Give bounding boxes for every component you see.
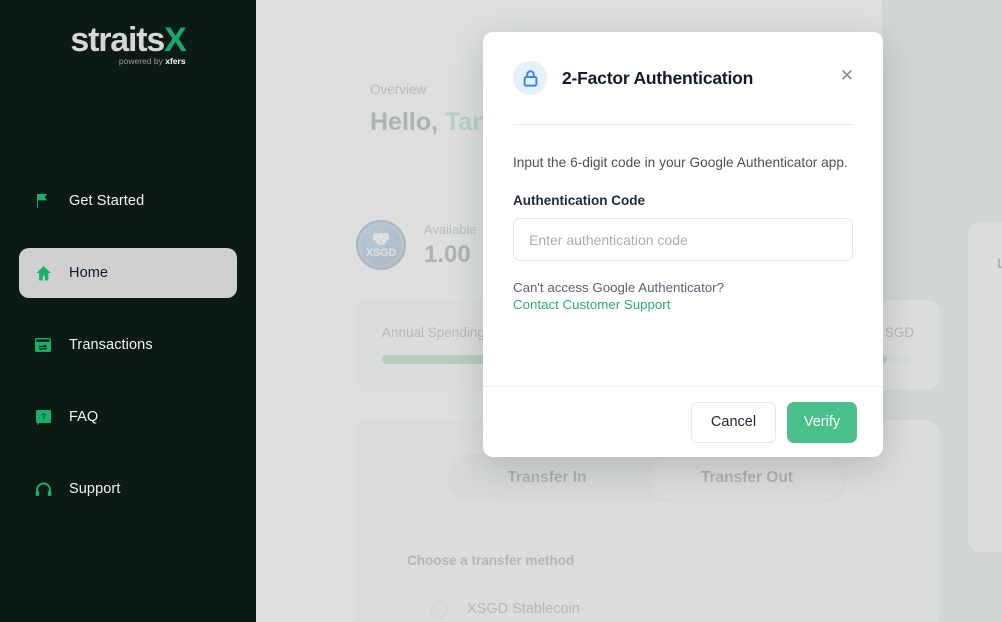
modal-header: 2-Factor Authentication ✕ xyxy=(483,32,883,124)
verify-button[interactable]: Verify xyxy=(787,401,857,443)
sidebar-item-label: FAQ xyxy=(69,409,99,425)
auth-code-label: Authentication Code xyxy=(513,193,645,209)
brand-tagline-brand: xfers xyxy=(165,56,186,66)
two-factor-modal: 2-Factor Authentication ✕ Input the 6-di… xyxy=(483,32,883,457)
brand-wordmark: straitsX powered by xfers xyxy=(70,21,187,65)
svg-text:?: ? xyxy=(41,412,46,421)
headset-icon xyxy=(33,479,53,499)
modal-body: Input the 6-digit code in your Google Au… xyxy=(483,125,883,386)
modal-footer: Cancel Verify xyxy=(483,386,883,457)
sidebar-nav: Get Started Home Transactions ? FAQ Supp… xyxy=(0,176,256,536)
sidebar: straitsX powered by xfers Get Started Ho… xyxy=(0,0,256,622)
modal-description: Input the 6-digit code in your Google Au… xyxy=(513,155,848,170)
sidebar-item-label: Transactions xyxy=(69,337,153,353)
home-icon xyxy=(33,263,53,283)
sidebar-item-get-started[interactable]: Get Started xyxy=(19,176,237,226)
transactions-icon xyxy=(33,335,53,355)
sidebar-item-support[interactable]: Support xyxy=(19,464,237,514)
close-icon[interactable]: ✕ xyxy=(837,66,857,86)
sidebar-item-home[interactable]: Home xyxy=(19,248,237,298)
modal-title: 2-Factor Authentication xyxy=(562,67,754,88)
sidebar-item-label: Support xyxy=(69,481,121,497)
sidebar-item-transactions[interactable]: Transactions xyxy=(19,320,237,370)
auth-code-input[interactable] xyxy=(513,218,853,262)
brand-tagline: powered by xfers xyxy=(119,57,186,66)
help-block: Can't access Google Authenticator? Conta… xyxy=(513,279,853,314)
app-root: straitsX powered by xfers Get Started Ho… xyxy=(0,0,1002,622)
question-icon: ? xyxy=(33,407,53,427)
sidebar-item-label: Get Started xyxy=(69,193,145,209)
contact-support-link[interactable]: Contact Customer Support xyxy=(513,296,853,313)
help-question: Can't access Google Authenticator? xyxy=(513,280,724,296)
brand-name-main: straits xyxy=(70,21,165,59)
sidebar-item-faq[interactable]: ? FAQ xyxy=(19,392,237,442)
cancel-button[interactable]: Cancel xyxy=(691,401,776,443)
flag-icon xyxy=(33,191,53,211)
brand-logo[interactable]: straitsX powered by xfers xyxy=(0,0,256,80)
sidebar-item-label: Home xyxy=(69,265,109,281)
brand-tagline-pre: powered by xyxy=(118,56,166,66)
brand-name-accent: X xyxy=(164,21,187,59)
lock-icon xyxy=(513,61,547,95)
